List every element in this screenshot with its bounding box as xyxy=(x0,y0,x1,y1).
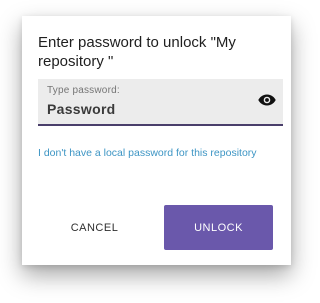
eye-icon[interactable] xyxy=(256,91,278,109)
unlock-dialog: Enter password to unlock "My repository … xyxy=(22,16,291,265)
password-field-label: Type password: xyxy=(47,85,120,96)
password-field[interactable]: Type password: xyxy=(38,79,283,126)
no-local-password-link[interactable]: I don't have a local password for this r… xyxy=(38,147,283,160)
password-input[interactable] xyxy=(47,99,237,119)
screen: Enter password to unlock "My repository … xyxy=(0,0,312,303)
unlock-button[interactable]: UNLOCK xyxy=(164,205,273,250)
cancel-button[interactable]: CANCEL xyxy=(38,205,151,250)
dialog-title: Enter password to unlock "My repository … xyxy=(38,34,236,70)
